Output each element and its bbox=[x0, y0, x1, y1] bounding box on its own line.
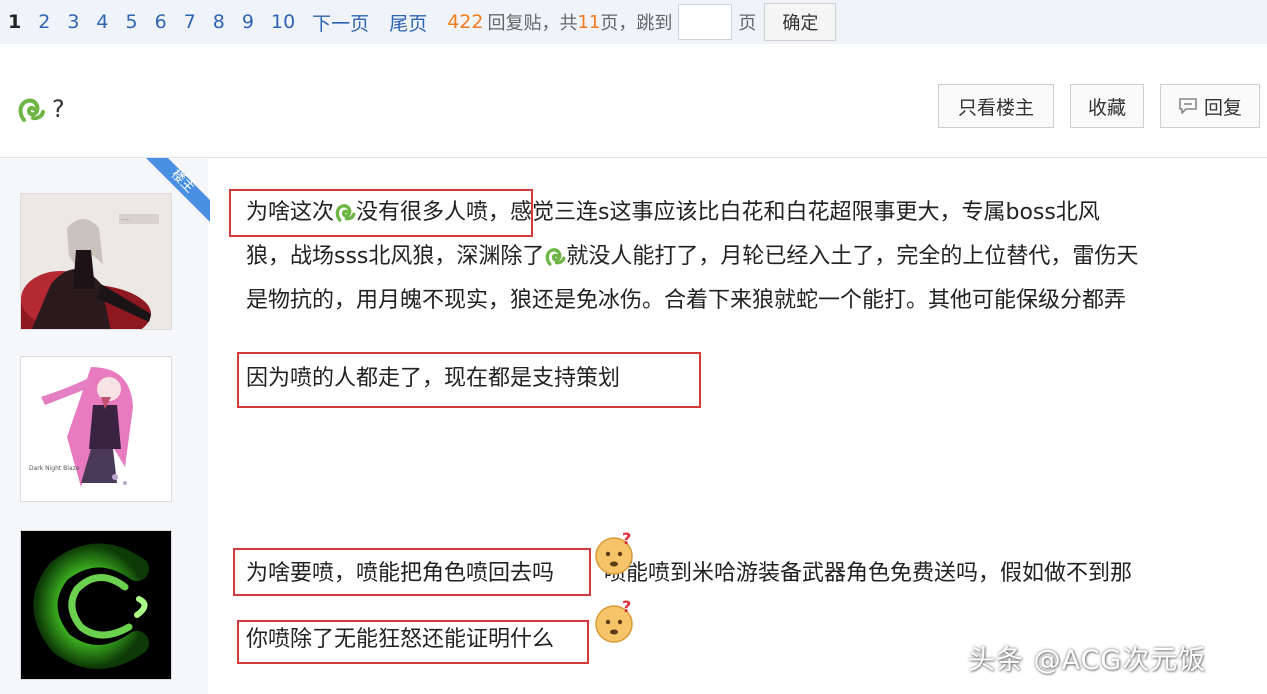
op-only-label: 只看楼主 bbox=[957, 96, 1034, 119]
favorite-button[interactable]: 收藏 bbox=[1070, 84, 1144, 128]
confused-face-emoji-icon: ? bbox=[595, 598, 633, 643]
reply-label: 回复 bbox=[1203, 96, 1242, 119]
post-1-line-3: 是物抗的，用月魄不现实，狼还是免冰伤。合着下来狼就蛇一个能打。其他可能保级分都弄 bbox=[246, 280, 1126, 322]
avatar-user-1[interactable]: ····· bbox=[20, 193, 172, 330]
page-link-3[interactable]: 3 bbox=[67, 11, 79, 33]
reply-count: 422 bbox=[447, 11, 484, 33]
avatar-image-green-swirl bbox=[21, 531, 171, 679]
op-only-button[interactable]: 只看楼主 bbox=[938, 84, 1054, 128]
watermark: 头条 @ACG次元饭 bbox=[968, 645, 1207, 676]
post-1-text-e: 就没人能打了，月轮已经入土了，完全的上位替代，雷伤天 bbox=[566, 244, 1139, 269]
highlight-box-2 bbox=[237, 352, 701, 408]
post-1-text-f: 是物抗的，用月魄不现实，狼还是免冰伤。合着下来狼就蛇一个能打。其他可能保级分都弄 bbox=[246, 288, 1127, 313]
comment-icon bbox=[1179, 98, 1197, 114]
page-link-7[interactable]: 7 bbox=[184, 11, 196, 33]
page-link-9[interactable]: 9 bbox=[242, 11, 254, 33]
highlight-box-4 bbox=[237, 620, 589, 664]
page-link-6[interactable]: 6 bbox=[155, 11, 167, 33]
reply-button[interactable]: 回复 bbox=[1160, 84, 1260, 128]
jump-to-label: 页，跳到 bbox=[600, 13, 673, 34]
post-1-text-d: 狼，战场sss北风狼，深渊除了 bbox=[246, 244, 545, 269]
highlight-box-1 bbox=[229, 189, 533, 237]
avatar-image-pink-hair-girl: Dark Night Blaze bbox=[21, 357, 171, 501]
page-link-10[interactable]: 10 bbox=[271, 11, 295, 33]
page-link-5[interactable]: 5 bbox=[126, 11, 138, 33]
confused-face-emoji-icon: ? bbox=[595, 530, 633, 575]
page-link-8[interactable]: 8 bbox=[213, 11, 225, 33]
avatar-user-2[interactable]: Dark Night Blaze bbox=[20, 356, 172, 502]
favorite-label: 收藏 bbox=[1087, 96, 1126, 119]
post-3-text-b: 喷能喷到米哈游装备武器角色免费送吗，假如做不到那 bbox=[604, 561, 1133, 586]
sprout-emoji-icon bbox=[18, 98, 45, 122]
post-1-line-2: 狼，战场sss北风狼，深渊除了 就没人能打了，月轮已经入土了，完全的上位替代，雷伤… bbox=[246, 236, 1138, 278]
page-link-1[interactable]: 1 bbox=[8, 11, 21, 33]
sprout-emoji-icon bbox=[546, 248, 566, 266]
next-page-link[interactable]: 下一页 bbox=[312, 9, 369, 36]
avatar-2-caption: Dark Night Blaze bbox=[29, 465, 80, 472]
page-jump-input[interactable] bbox=[678, 4, 733, 40]
thread-title-text: ? bbox=[52, 95, 65, 123]
svg-text:?: ? bbox=[622, 530, 631, 548]
thread-header: ? 只看楼主 收藏 回复 bbox=[0, 58, 1267, 158]
highlight-box-3 bbox=[233, 548, 591, 596]
post-1-text-c: ，感觉三连s这事应该比白花和白花超限事更大，专属boss北风 bbox=[488, 200, 1100, 225]
page-count: 11 bbox=[577, 11, 601, 33]
thread-title: ? bbox=[16, 94, 65, 124]
avatar-user-3[interactable] bbox=[20, 530, 172, 680]
svg-text:·····: ····· bbox=[121, 217, 131, 224]
page-link-2[interactable]: 2 bbox=[38, 11, 50, 33]
avatar-image-gothic-girl: ····· bbox=[21, 194, 171, 329]
reply-count-label: 回复贴，共 bbox=[487, 13, 578, 34]
jump-page-suffix: 页 bbox=[738, 13, 757, 34]
svg-text:?: ? bbox=[622, 598, 631, 616]
pagination-bar: 1 2 3 4 5 6 7 8 9 10 下一页 尾页 422 回复贴，共 11… bbox=[0, 0, 1267, 44]
page-link-4[interactable]: 4 bbox=[96, 11, 108, 33]
confirm-jump-button[interactable]: 确定 bbox=[764, 3, 837, 41]
last-page-link[interactable]: 尾页 bbox=[389, 9, 427, 36]
